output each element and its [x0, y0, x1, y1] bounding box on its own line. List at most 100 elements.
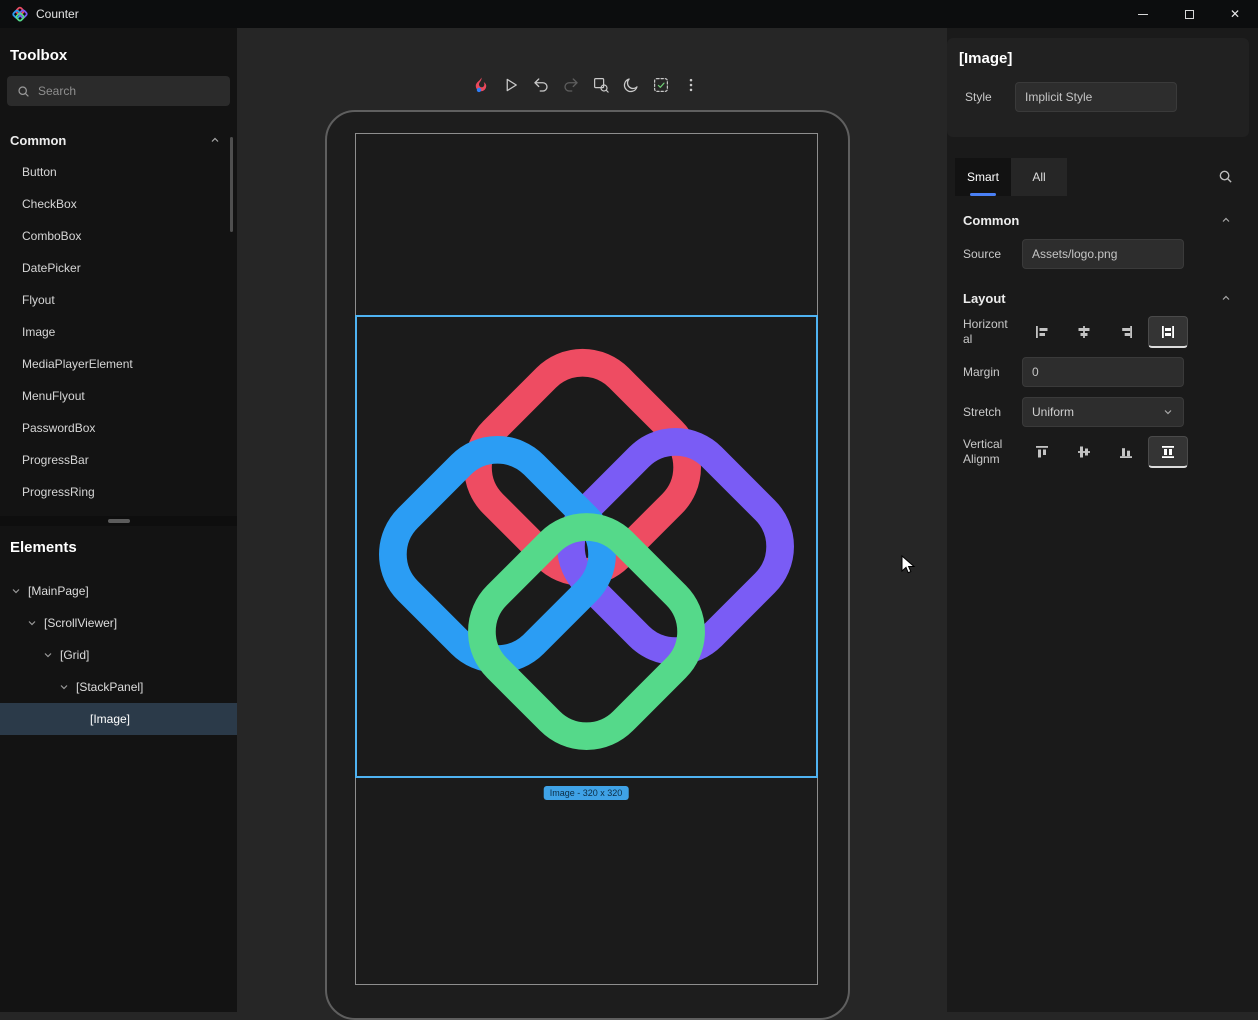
- chevron-down-icon[interactable]: [42, 649, 54, 661]
- section-common[interactable]: Common: [947, 208, 1258, 232]
- search-icon: [17, 85, 30, 98]
- chevron-down-icon[interactable]: [10, 585, 22, 597]
- chevron-down-icon[interactable]: [58, 681, 70, 693]
- chevron-up-icon: [1220, 292, 1232, 304]
- vertical-alignment-label: Vertical Alignm: [963, 437, 1009, 467]
- panel-resize-handle[interactable]: [0, 516, 237, 526]
- toolbox-item-progressbar[interactable]: ProgressBar: [0, 444, 237, 476]
- toolbox-item-mediaplayerelement[interactable]: MediaPlayerElement: [0, 348, 237, 380]
- stretch-label: Stretch: [963, 405, 1009, 420]
- maximize-icon: [1185, 10, 1194, 19]
- undo-icon[interactable]: [528, 72, 554, 98]
- logo-image: [357, 317, 816, 776]
- chevron-up-icon: [1220, 214, 1232, 226]
- properties-panel: [Image] Style Smart All Common Source La…: [947, 28, 1258, 1012]
- align-top-button[interactable]: [1022, 436, 1062, 468]
- toolbox-section-common[interactable]: Common: [0, 126, 237, 154]
- align-center-vertical-button[interactable]: [1064, 436, 1104, 468]
- source-input[interactable]: [1022, 239, 1184, 269]
- properties-header-card: [Image] Style: [947, 38, 1249, 137]
- theme-toggle-icon[interactable]: [618, 72, 644, 98]
- maximize-button[interactable]: [1166, 0, 1212, 28]
- toolbox-item-menuflyout[interactable]: MenuFlyout: [0, 380, 237, 412]
- section-layout[interactable]: Layout: [947, 286, 1258, 310]
- chevron-down-icon: [1162, 406, 1174, 418]
- toolbox-item-datepicker[interactable]: DatePicker: [0, 252, 237, 284]
- align-stretch-vertical-button[interactable]: [1148, 436, 1188, 468]
- tree-item-label: [MainPage]: [28, 584, 89, 598]
- tree-item-image[interactable]: [Image]: [0, 703, 237, 735]
- tree-item-scrollviewer[interactable]: [ScrollViewer]: [0, 607, 237, 639]
- play-icon[interactable]: [498, 72, 524, 98]
- horizontal-alignment-row: Horizontal: [947, 312, 1258, 352]
- selected-element-name: [Image]: [959, 50, 1237, 67]
- toolbox-scrollbar[interactable]: [230, 137, 233, 232]
- toolbox-title: Toolbox: [10, 47, 67, 64]
- tree-item-label: [ScrollViewer]: [44, 616, 117, 630]
- toolbox-item-combobox[interactable]: ComboBox: [0, 220, 237, 252]
- toolbox-item-checkbox[interactable]: CheckBox: [0, 188, 237, 220]
- window-controls: ✕: [1120, 0, 1258, 28]
- stretch-select[interactable]: Uniform: [1022, 397, 1184, 427]
- align-right-button[interactable]: [1106, 316, 1146, 348]
- toolbox-list: Button CheckBox ComboBox DatePicker Flyo…: [0, 156, 237, 508]
- close-button[interactable]: ✕: [1212, 0, 1258, 28]
- horizontal-alignment-group: [1022, 316, 1188, 348]
- source-label: Source: [963, 247, 1009, 262]
- align-stretch-horizontal-icon: [1160, 324, 1176, 340]
- align-right-icon: [1118, 324, 1134, 340]
- hot-design-flame-icon[interactable]: [468, 72, 494, 98]
- close-icon: ✕: [1230, 8, 1240, 20]
- more-options-icon[interactable]: [678, 72, 704, 98]
- stretch-row: Stretch Uniform: [947, 392, 1258, 432]
- selected-image-element[interactable]: [355, 315, 818, 778]
- redo-icon[interactable]: [558, 72, 584, 98]
- align-stretch-horizontal-button[interactable]: [1148, 316, 1188, 348]
- properties-search-button[interactable]: [1214, 167, 1236, 189]
- vertical-alignment-row: Vertical Alignm: [947, 432, 1258, 472]
- section-common-label: Common: [963, 213, 1019, 228]
- chevron-down-icon[interactable]: [26, 617, 38, 629]
- design-canvas[interactable]: Image - 320 x 320: [237, 28, 947, 1012]
- toolbox-item-image[interactable]: Image: [0, 316, 237, 348]
- toolbox-item-flyout[interactable]: Flyout: [0, 284, 237, 316]
- elements-tree: [MainPage] [ScrollViewer] [Grid] [StackP…: [0, 575, 237, 735]
- tree-item-grid[interactable]: [Grid]: [0, 639, 237, 671]
- tab-all[interactable]: All: [1011, 158, 1067, 196]
- left-panel: Toolbox Common Button CheckBox ComboBox …: [0, 28, 237, 1012]
- toolbox-item-progressring[interactable]: ProgressRing: [0, 476, 237, 508]
- toolbox-search[interactable]: [7, 76, 230, 106]
- logo-ring-green: [461, 506, 713, 758]
- align-stretch-vertical-icon: [1160, 444, 1176, 460]
- mouse-cursor: [901, 555, 917, 577]
- app-logo-icon: [12, 6, 28, 22]
- align-center-horizontal-button[interactable]: [1064, 316, 1104, 348]
- tree-item-stackpanel[interactable]: [StackPanel]: [0, 671, 237, 703]
- search-icon: [1218, 169, 1233, 184]
- validate-icon[interactable]: [648, 72, 674, 98]
- design-toolbar: [468, 72, 704, 98]
- stretch-value: Uniform: [1032, 405, 1074, 419]
- align-bottom-button[interactable]: [1106, 436, 1146, 468]
- toolbox-section-label: Common: [10, 133, 66, 148]
- toolbox-item-passwordbox[interactable]: PasswordBox: [0, 412, 237, 444]
- toolbox-search-input[interactable]: [38, 84, 220, 98]
- align-top-icon: [1034, 444, 1050, 460]
- chevron-up-icon: [209, 134, 221, 146]
- minimize-button[interactable]: [1120, 0, 1166, 28]
- tab-smart[interactable]: Smart: [955, 158, 1011, 196]
- selection-size-badge: Image - 320 x 320: [544, 786, 629, 800]
- style-row: Style: [959, 82, 1237, 112]
- toolbox-item-button[interactable]: Button: [0, 156, 237, 188]
- align-left-button[interactable]: [1022, 316, 1062, 348]
- align-bottom-icon: [1118, 444, 1134, 460]
- align-center-vertical-icon: [1076, 444, 1092, 460]
- margin-row: Margin: [947, 352, 1258, 392]
- inspect-element-icon[interactable]: [588, 72, 614, 98]
- margin-label: Margin: [963, 365, 1009, 380]
- vertical-alignment-group: [1022, 436, 1188, 468]
- tree-item-label: [Image]: [90, 712, 130, 726]
- tree-item-mainpage[interactable]: [MainPage]: [0, 575, 237, 607]
- margin-input[interactable]: [1022, 357, 1184, 387]
- style-input[interactable]: [1015, 82, 1177, 112]
